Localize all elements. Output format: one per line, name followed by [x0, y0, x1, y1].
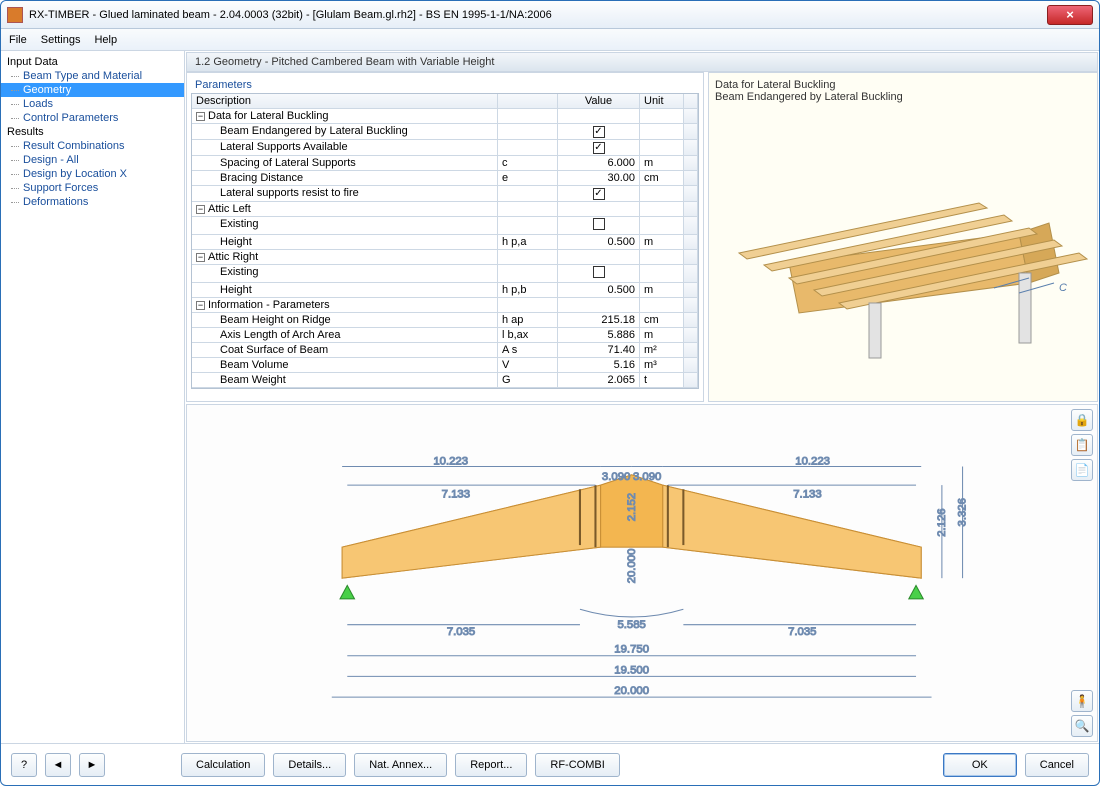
menu-file[interactable]: File	[9, 34, 27, 46]
chk-ar-exist[interactable]	[593, 266, 605, 278]
ok-button[interactable]: OK	[943, 753, 1017, 777]
tree-combinations[interactable]: Result Combinations	[1, 139, 184, 153]
group-attic-right: Attic Right	[208, 251, 258, 263]
report-button[interactable]: Report...	[455, 753, 527, 777]
svg-text:3.090: 3.090	[633, 471, 661, 483]
tree-input-data[interactable]: Input Data	[1, 55, 184, 69]
close-button[interactable]: ×	[1047, 5, 1093, 25]
expand-icon[interactable]: −	[196, 301, 205, 310]
svg-text:5.585: 5.585	[617, 619, 645, 631]
chk-al-exist[interactable]	[593, 218, 605, 230]
chk-supports[interactable]	[593, 142, 605, 154]
svg-text:19.750: 19.750	[614, 644, 649, 656]
svg-text:19.500: 19.500	[614, 664, 649, 676]
val-al-height[interactable]: 0.500	[558, 235, 640, 250]
nat-annex-button[interactable]: Nat. Annex...	[354, 753, 447, 777]
tree-deformations[interactable]: Deformations	[1, 195, 184, 209]
expand-icon[interactable]: −	[196, 112, 205, 121]
col-description: Description	[192, 94, 498, 109]
calculation-button[interactable]: Calculation	[181, 753, 265, 777]
col-unit: Unit	[640, 94, 684, 109]
app-icon	[7, 7, 23, 23]
row-coat: Coat Surface of Beam	[192, 343, 498, 358]
tree-design-all[interactable]: Design - All	[1, 153, 184, 167]
tree-support-forces[interactable]: Support Forces	[1, 181, 184, 195]
svg-text:7.133: 7.133	[442, 489, 470, 501]
tree-results[interactable]: Results	[1, 125, 184, 139]
row-ar-height: Height	[192, 283, 498, 298]
paste-icon[interactable]: 📄	[1071, 459, 1093, 481]
parameters-label: Parameters	[191, 77, 699, 93]
expand-icon[interactable]: −	[196, 205, 205, 214]
group-info: Information - Parameters	[208, 299, 330, 311]
row-axis: Axis Length of Arch Area	[192, 328, 498, 343]
row-fire: Lateral supports resist to fire	[192, 186, 498, 202]
sidebar-tree: Input Data Beam Type and Material Geomet…	[1, 51, 185, 743]
info-line2: Beam Endangered by Lateral Buckling	[715, 91, 1091, 103]
beam-svg: 10.223 3.090 3.090 10.223 7.133 7.133 2.…	[187, 405, 1097, 741]
svg-text:20.000: 20.000	[614, 685, 649, 697]
info-line1: Data for Lateral Buckling	[715, 79, 1091, 91]
info-panel: Data for Lateral Buckling Beam Endangere…	[708, 72, 1098, 402]
menubar: File Settings Help	[1, 29, 1099, 51]
tree-beam-type[interactable]: Beam Type and Material	[1, 69, 184, 83]
beam-diagram[interactable]: 10.223 3.090 3.090 10.223 7.133 7.133 2.…	[186, 404, 1098, 742]
expand-icon[interactable]: −	[196, 253, 205, 262]
titlebar: RX-TIMBER - Glued laminated beam - 2.04.…	[1, 1, 1099, 29]
svg-text:7.035: 7.035	[447, 626, 475, 638]
tree-design-location[interactable]: Design by Location X	[1, 167, 184, 181]
val-ar-height[interactable]: 0.500	[558, 283, 640, 298]
zoom-icon[interactable]: 🔍	[1071, 715, 1093, 737]
lock-icon[interactable]: 🔒	[1071, 409, 1093, 431]
val-bracing[interactable]: 30.00	[558, 171, 640, 186]
details-button[interactable]: Details...	[273, 753, 346, 777]
window-title: RX-TIMBER - Glued laminated beam - 2.04.…	[29, 9, 1047, 21]
svg-text:3.326: 3.326	[957, 498, 969, 526]
help-button[interactable]: ?	[11, 753, 37, 777]
rf-combi-button[interactable]: RF-COMBI	[535, 753, 619, 777]
group-lateral: Data for Lateral Buckling	[208, 110, 328, 122]
svg-text:7.035: 7.035	[788, 626, 816, 638]
parameters-panel: Parameters Description Value Unit −Data …	[186, 72, 704, 402]
svg-text:10.223: 10.223	[433, 455, 468, 467]
row-weight: Beam Weight	[192, 373, 498, 388]
parameters-grid: Description Value Unit −Data for Lateral…	[191, 93, 699, 389]
tree-loads[interactable]: Loads	[1, 97, 184, 111]
chk-fire[interactable]	[593, 188, 605, 200]
tree-geometry[interactable]: Geometry	[1, 83, 184, 97]
group-attic-left: Attic Left	[208, 203, 251, 215]
svg-text:20.000: 20.000	[626, 549, 638, 584]
row-al-exist: Existing	[192, 217, 498, 235]
row-ar-exist: Existing	[192, 265, 498, 283]
menu-help[interactable]: Help	[94, 34, 117, 46]
row-bracing: Bracing Distance	[192, 171, 498, 186]
svg-text:2.126: 2.126	[936, 508, 948, 536]
svg-text:2.152: 2.152	[626, 493, 638, 521]
row-ridge: Beam Height on Ridge	[192, 313, 498, 328]
row-endangered: Beam Endangered by Lateral Buckling	[192, 124, 498, 140]
tree-control[interactable]: Control Parameters	[1, 111, 184, 125]
menu-settings[interactable]: Settings	[41, 34, 81, 46]
chk-endangered[interactable]	[593, 126, 605, 138]
person-icon[interactable]: 🧍	[1071, 690, 1093, 712]
svg-text:10.223: 10.223	[795, 455, 830, 467]
bottom-bar: ? ◄ ► Calculation Details... Nat. Annex.…	[1, 743, 1099, 785]
isometric-illustration: C	[719, 133, 1089, 373]
row-spacing: Spacing of Lateral Supports	[192, 156, 498, 171]
row-volume: Beam Volume	[192, 358, 498, 373]
row-supports: Lateral Supports Available	[192, 140, 498, 156]
next-button[interactable]: ►	[79, 753, 105, 777]
row-al-height: Height	[192, 235, 498, 250]
val-spacing[interactable]: 6.000	[558, 156, 640, 171]
col-value: Value	[558, 94, 640, 109]
prev-button[interactable]: ◄	[45, 753, 71, 777]
copy-icon[interactable]: 📋	[1071, 434, 1093, 456]
section-title: 1.2 Geometry - Pitched Cambered Beam wit…	[186, 52, 1098, 72]
cancel-button[interactable]: Cancel	[1025, 753, 1089, 777]
svg-text:3.090: 3.090	[602, 471, 630, 483]
svg-text:C: C	[1059, 282, 1067, 294]
svg-text:7.133: 7.133	[793, 489, 821, 501]
